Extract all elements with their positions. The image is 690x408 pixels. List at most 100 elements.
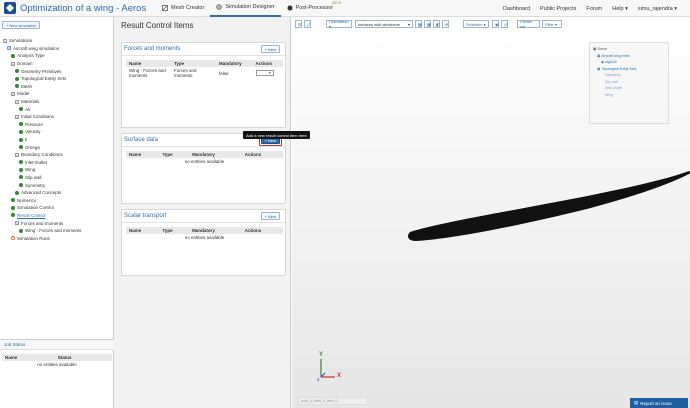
tree-item-label: Advanced Concepts [21, 190, 62, 196]
tree-item[interactable]: Advanced Concepts [0, 189, 114, 197]
scene-set-wing[interactable]: Wing [593, 92, 665, 99]
nav-help[interactable]: Help ▾ [607, 6, 633, 12]
user-menu[interactable]: simu_rajendra ▾ [633, 6, 682, 12]
selection-dropdown[interactable]: Selection ▾ [463, 20, 489, 28]
account-nav: Dashboard Public Projects Forum Help ▾ s… [498, 0, 690, 17]
tree-item[interactable]: Wing [0, 166, 114, 174]
viewer-sidebar-toggle[interactable]: ☰ [295, 20, 302, 28]
expand-box-icon[interactable]: − [3, 38, 7, 43]
view-button-1[interactable]: ▦ [415, 20, 422, 28]
tree-item[interactable]: Aircraft wing simulation [0, 45, 114, 53]
nav-simulation-designer[interactable]: Simulation Designer [210, 0, 281, 17]
new-forces-button[interactable]: + New [260, 45, 280, 53]
beta-badge: BETA [332, 0, 342, 5]
column-header: Type [159, 151, 190, 158]
tree-item-label: Wing [25, 167, 36, 173]
scene-tree-panel: ▣ Scene ▣ Aircraft wing mesh ◉ region0 ▣ Top… [589, 42, 669, 124]
nav-dashboard[interactable]: Dashboard [498, 6, 535, 12]
tree-item[interactable]: Simulation Runs [0, 234, 114, 242]
tree-item-label: Mesh [21, 83, 33, 89]
nav-forum[interactable]: Forum [581, 6, 607, 12]
tree-item[interactable]: Wing - Forces and moments [0, 227, 114, 235]
new-simulation-button[interactable]: + New simulation [2, 21, 41, 29]
table-row[interactable]: Wing - Forces and moments Forces and mom… [126, 67, 283, 79]
tree-item-label: Analysis Type [17, 53, 45, 59]
new-button-tooltip: Add a new result control item here [243, 131, 310, 139]
tree-item[interactable]: k [0, 136, 114, 144]
tree-item[interactable]: Simulation Control [0, 204, 114, 212]
app-logo[interactable] [4, 2, 16, 14]
view-button-4[interactable]: ⊕ [442, 20, 449, 28]
hide-button[interactable]: ◎ [501, 20, 508, 28]
tree-item[interactable]: Omega [0, 143, 114, 151]
surface-data-table: Name Type Mandatory Actions no entities … [126, 151, 283, 165]
report-issue-button[interactable]: ▤ Report an issue [630, 398, 688, 408]
project-title[interactable]: Optimization of a wing - Aerospac... [20, 3, 146, 14]
forces-table: Name Type Mandatory Actions Wing - Force… [126, 60, 283, 79]
filter-dropdown[interactable]: Filter ▾ [542, 20, 562, 28]
check-icon [15, 76, 19, 81]
new-label: New [267, 213, 276, 219]
tree-item[interactable]: − Materials [0, 98, 114, 106]
check-icon [19, 107, 23, 112]
tree-item[interactable]: Numerics [0, 196, 114, 204]
wing-model[interactable] [402, 167, 690, 257]
new-label: New [267, 46, 276, 52]
tree-item[interactable]: − Initial Conditions [0, 113, 114, 121]
tree-item[interactable]: Mesh [0, 83, 114, 91]
expand-box-icon[interactable]: − [15, 221, 19, 226]
tree-item[interactable]: − Forces and moments [0, 219, 114, 227]
check-icon [15, 84, 19, 89]
nav-post-processor[interactable]: Post-Processor BETA [281, 0, 342, 17]
tree-item[interactable]: Geometry Primitives [0, 67, 114, 75]
tree-item[interactable]: Velocity [0, 128, 114, 136]
visibility-button[interactable]: ◉ [492, 20, 499, 28]
tree-item[interactable]: − Domain [0, 60, 114, 68]
check-icon [19, 167, 23, 172]
nav-mesh-creator[interactable]: Mesh Creator [156, 0, 210, 17]
expand-box-icon[interactable]: − [11, 91, 15, 96]
tree-item[interactable]: − Boundary Conditions [0, 151, 114, 159]
cell-name[interactable]: Wing - Forces and moments [126, 67, 171, 79]
report-label: Report an issue [640, 400, 672, 406]
minus-icon: ▣ [597, 53, 601, 58]
tree-item-label: Initial Conditions [21, 114, 55, 120]
wireframe-icon: ▦ [418, 21, 422, 27]
column-header: Name [126, 60, 171, 67]
tree-item[interactable]: Air [0, 105, 114, 113]
tree-item[interactable]: − Model [0, 90, 114, 98]
check-icon [19, 122, 23, 127]
orientation-dropdown[interactable]: Orientation ▾ [326, 19, 352, 29]
tree-item[interactable]: Pressure [0, 121, 114, 129]
view-button-3[interactable]: ◧ [433, 20, 440, 28]
top-navbar: Optimization of a wing - Aerospac... Mes… [0, 0, 690, 17]
nav-public-projects[interactable]: Public Projects [535, 6, 581, 12]
tree-item[interactable]: Analysis Type [0, 52, 114, 60]
expand-box-icon[interactable]: − [15, 114, 19, 119]
section-scalar-transport: Scalar transport + New Name Type Mandator… [121, 209, 286, 276]
expand-box-icon[interactable]: − [15, 152, 19, 157]
tree-item-label: Simulation Runs [17, 235, 50, 241]
render-mode-select[interactable]: surfaces with wireframe ▾ [355, 20, 413, 28]
column-header: Actions [241, 227, 283, 234]
viewer-expand-button[interactable]: ⤢ [304, 20, 311, 28]
tree-item[interactable]: Symmetry [0, 181, 114, 189]
tree-item[interactable]: Slip wall [0, 174, 114, 182]
actions-dropdown[interactable]: ▼ [255, 70, 274, 76]
expand-box-icon[interactable]: − [11, 61, 15, 66]
tree-item[interactable]: Topological Entity Sets [0, 75, 114, 83]
column-header: Status [54, 354, 112, 361]
tree-item[interactable]: Inlet-Outlet [0, 159, 114, 167]
tree-item[interactable]: Result Control [0, 212, 114, 220]
mesh-icon [162, 5, 168, 11]
axes-lines [320, 359, 335, 378]
view-button-2[interactable]: ▩ [424, 20, 431, 28]
new-scalar-transport-button[interactable]: + New [260, 212, 280, 220]
tree-item[interactable]: − Simulations [0, 37, 114, 45]
create-set-button[interactable]: Create set [517, 19, 540, 29]
3d-viewer[interactable]: ☰ ⤢ Orientation ▾ surfaces with wirefram… [292, 17, 690, 408]
axis-z-label: Z [317, 377, 320, 382]
axes-gizmo: Y X Z [317, 352, 347, 385]
expand-box-icon[interactable]: − [15, 99, 19, 104]
empty-message: no entities available [184, 235, 225, 240]
